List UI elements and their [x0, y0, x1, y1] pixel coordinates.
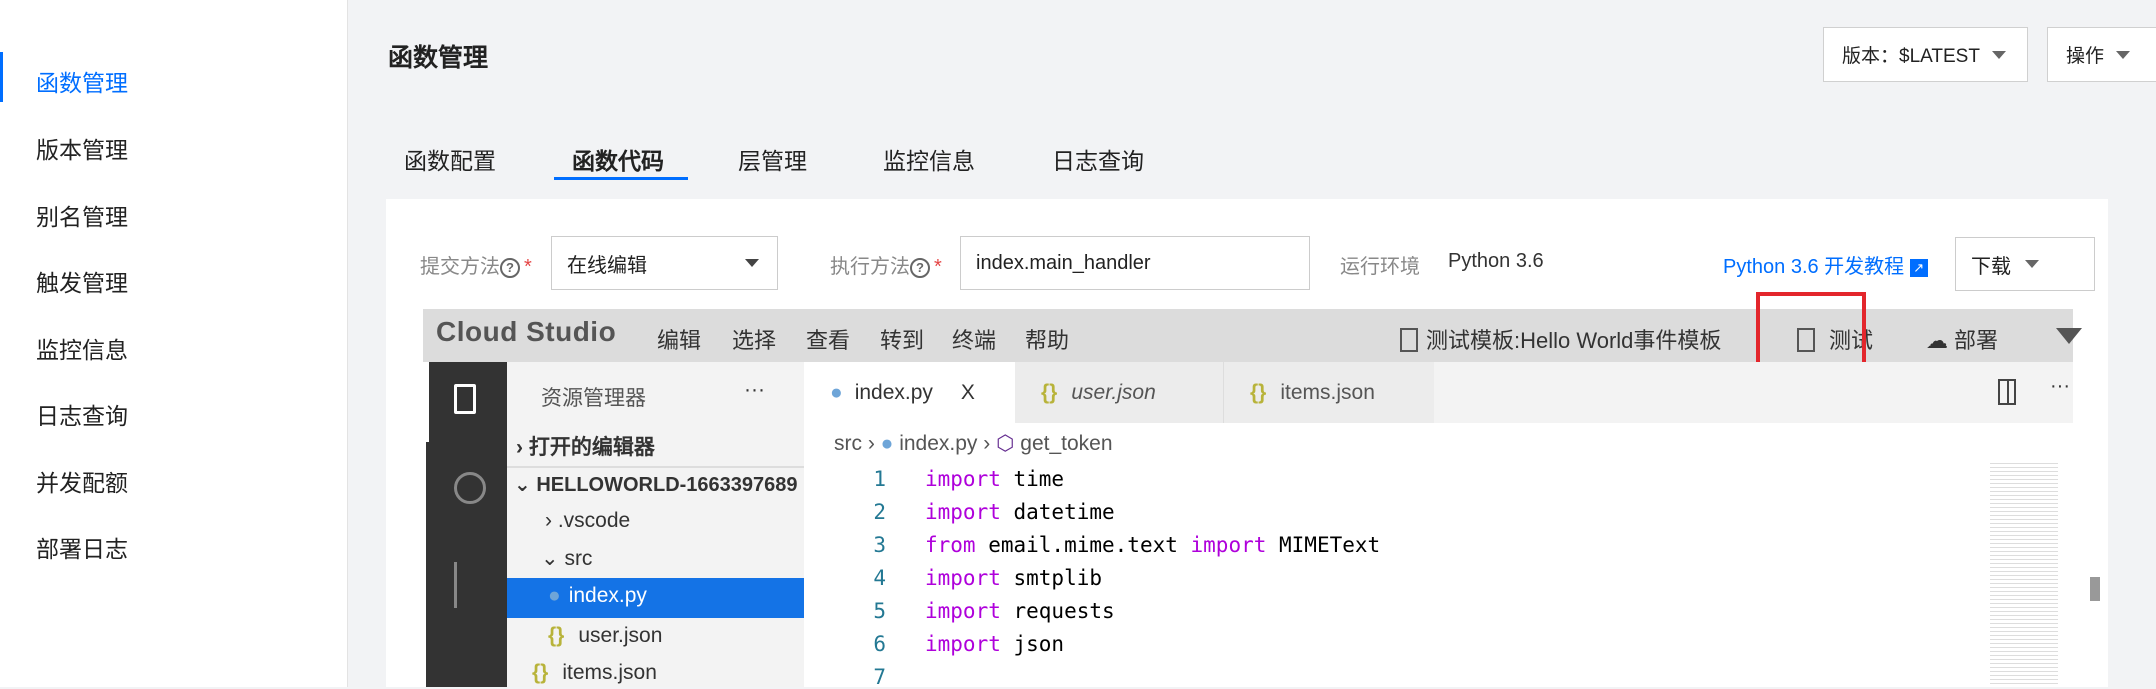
divider	[507, 466, 804, 468]
download-label: 下载	[1971, 255, 2011, 278]
caret-down-icon	[2025, 260, 2039, 268]
caret-down-icon	[1991, 50, 2006, 59]
line-number: 4	[873, 566, 886, 590]
test-template-select[interactable]: 测试模板:Hello World事件模板	[1400, 323, 1721, 355]
activity-bar	[426, 362, 507, 687]
python-icon: ●	[880, 432, 894, 455]
files-icon[interactable]	[454, 384, 476, 414]
folder-src[interactable]: ⌄ src	[541, 546, 592, 571]
python-icon: ●	[548, 584, 561, 607]
menu-goto[interactable]: 转到	[880, 323, 924, 355]
editor-more-button[interactable]: ···	[2050, 375, 2070, 398]
menu-select[interactable]: 选择	[732, 323, 776, 355]
sidebar-item-alias-mgmt[interactable]: 别名管理	[36, 198, 128, 232]
folder-vscode[interactable]: › .vscode	[545, 509, 630, 533]
operations-button[interactable]: 操作	[2047, 27, 2156, 82]
sidebar-item-trigger-mgmt[interactable]: 触发管理	[36, 264, 128, 298]
close-icon[interactable]: X	[961, 381, 975, 405]
json-icon: {}	[548, 624, 565, 647]
external-link-icon: ↗	[1909, 258, 1928, 277]
tab-function-code[interactable]: 函数代码	[572, 142, 664, 176]
caret-down-icon	[745, 259, 759, 267]
active-tab-underline	[554, 177, 688, 180]
code-line: import json	[925, 632, 1065, 656]
code-line: import requests	[925, 599, 1115, 623]
breadcrumb-src[interactable]: src	[834, 432, 862, 455]
file-index-py[interactable]: ● index.py	[548, 584, 647, 608]
code-line: import time	[925, 467, 1065, 491]
document-icon	[1400, 328, 1418, 352]
submit-method-select[interactable]: 在线编辑	[551, 236, 778, 290]
minimap[interactable]	[1990, 460, 2058, 687]
editor-tab-items-json[interactable]: {} items.json	[1224, 362, 1434, 423]
runtime-value: Python 3.6	[1448, 250, 1544, 272]
explorer-title: 资源管理器	[541, 387, 646, 410]
sidebar-item-deploy-logs[interactable]: 部署日志	[36, 530, 128, 564]
code-line: import datetime	[925, 500, 1115, 524]
symbol-method-icon: ⬡	[996, 432, 1015, 455]
line-number: 5	[873, 599, 886, 623]
breadcrumb: src › ● index.py › ⬡ get_token	[834, 432, 1113, 455]
json-icon: {}	[1041, 380, 1058, 404]
caret-down-icon	[2116, 50, 2131, 59]
deploy-button[interactable]: ☁ 部署	[1926, 323, 1998, 355]
scrollbar-thumb[interactable]	[2090, 577, 2100, 601]
breadcrumb-symbol[interactable]: get_token	[1020, 432, 1112, 455]
line-number: 6	[873, 632, 886, 656]
menu-view[interactable]: 查看	[806, 323, 850, 355]
json-icon: {}	[1250, 380, 1267, 404]
python-icon: ●	[830, 380, 843, 404]
tab-monitoring[interactable]: 监控信息	[883, 142, 975, 176]
code-line: import smtplib	[925, 566, 1103, 590]
tutorial-link[interactable]: Python 3.6 开发教程 ↗	[1723, 250, 1928, 279]
dropdown-triangle-icon[interactable]	[2056, 328, 2082, 344]
operations-label: 操作	[2066, 46, 2105, 67]
sidebar-item-logs[interactable]: 日志查询	[36, 397, 128, 431]
submit-method-value: 在线编辑	[567, 254, 647, 277]
help-icon[interactable]: ?	[500, 257, 520, 278]
exec-method-input[interactable]: index.main_handler	[960, 236, 1310, 290]
menu-terminal[interactable]: 终端	[952, 323, 996, 355]
sidebar-item-function-mgmt[interactable]: 函数管理	[36, 64, 128, 98]
line-number: 3	[873, 533, 886, 557]
help-icon[interactable]: ?	[910, 257, 930, 278]
sidebar-item-monitoring[interactable]: 监控信息	[36, 331, 128, 365]
version-select[interactable]: 版本：$LATEST	[1823, 27, 2028, 82]
tab-layer-mgmt[interactable]: 层管理	[738, 142, 807, 176]
editor-tab-index-py[interactable]: ● index.py X	[804, 362, 1015, 423]
line-number: 2	[873, 500, 886, 524]
tab-log-query[interactable]: 日志查询	[1052, 142, 1144, 176]
search-icon[interactable]	[454, 472, 486, 504]
runtime-label: 运行环境	[1340, 256, 1420, 278]
page-title: 函数管理	[388, 44, 489, 72]
cloud-studio-logo: Cloud Studio	[436, 316, 617, 347]
download-button[interactable]: 下载	[1955, 237, 2095, 291]
editor-tab-user-json[interactable]: {} user.json	[1015, 362, 1224, 423]
explorer-more-button[interactable]: ···	[744, 378, 765, 402]
split-editor-icon[interactable]	[1998, 379, 2016, 405]
source-control-icon[interactable]	[454, 562, 476, 608]
code-line: from email.mime.text import MIMEText	[925, 533, 1381, 557]
submit-method-label: 提交方法? *	[420, 256, 532, 278]
sidebar-item-concurrency[interactable]: 并发配额	[36, 464, 128, 498]
json-icon: {}	[532, 661, 549, 684]
project-folder[interactable]: ⌄ HELLOWORLD-1663397689	[514, 472, 798, 497]
file-user-json[interactable]: {} user.json	[548, 624, 662, 648]
breadcrumb-file[interactable]: index.py	[899, 432, 977, 455]
menu-help[interactable]: 帮助	[1025, 323, 1069, 355]
active-indicator	[0, 52, 3, 102]
line-number: 7	[873, 665, 886, 689]
cloud-upload-icon: ☁	[1926, 328, 1948, 353]
line-number: 1	[873, 467, 886, 491]
open-editors-section[interactable]: › 打开的编辑器	[516, 431, 655, 461]
tab-function-config[interactable]: 函数配置	[404, 142, 496, 176]
exec-method-label: 执行方法? *	[830, 256, 942, 278]
menu-edit[interactable]: 编辑	[657, 323, 701, 355]
sidebar: 函数管理 版本管理 别名管理 触发管理 监控信息 日志查询 并发配额 部署日志	[0, 0, 348, 687]
version-label: 版本：$LATEST	[1842, 46, 1980, 67]
sidebar-item-version-mgmt[interactable]: 版本管理	[36, 131, 128, 165]
file-items-json[interactable]: {} items.json	[532, 661, 657, 685]
